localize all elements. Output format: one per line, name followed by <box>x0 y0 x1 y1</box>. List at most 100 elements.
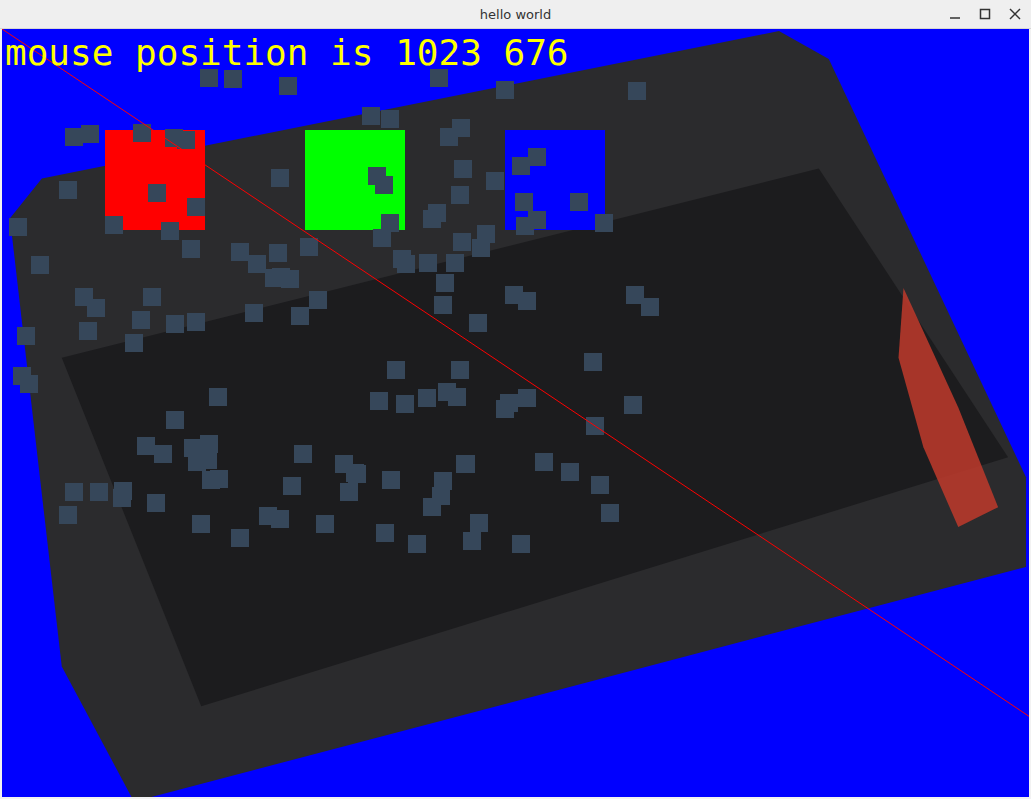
particle <box>188 453 206 471</box>
window-controls <box>947 6 1023 22</box>
window-title: hello world <box>480 7 551 22</box>
particle <box>419 254 437 272</box>
particle <box>463 532 481 550</box>
app-window: hello world mouse position is 1023 676 <box>0 0 1031 799</box>
particle <box>432 487 450 505</box>
particle <box>434 296 452 314</box>
particle <box>281 270 299 288</box>
particle <box>294 445 312 463</box>
particle <box>148 184 166 202</box>
particle <box>291 307 309 325</box>
particle <box>269 244 287 262</box>
particle <box>209 388 227 406</box>
particle <box>535 453 553 471</box>
particle <box>628 82 646 100</box>
particle <box>113 489 131 507</box>
particle <box>17 327 35 345</box>
particle <box>472 239 490 257</box>
particle <box>457 455 475 473</box>
particle <box>31 256 49 274</box>
title-bar: hello world <box>0 0 1031 29</box>
particle <box>453 233 471 251</box>
particle <box>451 186 469 204</box>
particle <box>470 514 488 532</box>
particle <box>418 389 436 407</box>
particle <box>59 181 77 199</box>
particle <box>300 238 318 256</box>
particle <box>381 214 399 232</box>
particle <box>561 463 579 481</box>
particle <box>182 240 200 258</box>
particle <box>161 222 179 240</box>
particle <box>316 515 334 533</box>
particle <box>387 361 405 379</box>
game-canvas[interactable]: mouse position is 1023 676 <box>2 29 1029 797</box>
particle <box>624 396 642 414</box>
particle <box>428 204 446 222</box>
particle <box>87 299 105 317</box>
particle <box>528 148 546 166</box>
particle <box>570 193 588 211</box>
color-square <box>505 130 605 230</box>
particle <box>446 254 464 272</box>
particle <box>381 110 399 128</box>
particle <box>147 494 165 512</box>
particle <box>259 507 277 525</box>
particle <box>248 255 266 273</box>
particle <box>505 286 523 304</box>
particle <box>245 304 263 322</box>
minimize-icon[interactable] <box>947 6 963 22</box>
particle <box>90 483 108 501</box>
particle <box>340 483 358 501</box>
maximize-icon[interactable] <box>977 6 993 22</box>
particle <box>486 172 504 190</box>
particle <box>231 243 249 261</box>
particle <box>496 81 514 99</box>
particle <box>518 389 536 407</box>
particle <box>440 128 458 146</box>
particle <box>396 395 414 413</box>
particle <box>601 504 619 522</box>
particle <box>132 311 150 329</box>
particle <box>454 160 472 178</box>
particle <box>397 255 415 273</box>
particle <box>500 394 518 412</box>
particle <box>200 435 218 453</box>
particle <box>283 477 301 495</box>
particle <box>154 445 172 463</box>
particle <box>512 535 530 553</box>
particle <box>436 274 454 292</box>
particle <box>362 107 380 125</box>
particle <box>65 483 83 501</box>
particle <box>187 313 205 331</box>
mouse-position-text: mouse position is 1023 676 <box>5 33 569 73</box>
particle <box>469 314 487 332</box>
particle <box>279 77 297 95</box>
particle <box>591 476 609 494</box>
particle <box>595 214 613 232</box>
particle <box>143 288 161 306</box>
particle <box>382 471 400 489</box>
particle <box>192 515 210 533</box>
particle <box>79 322 97 340</box>
particle <box>166 411 184 429</box>
particle <box>516 217 534 235</box>
particle <box>187 198 205 216</box>
particle <box>448 388 466 406</box>
particle <box>376 524 394 542</box>
particle <box>177 131 195 149</box>
particle <box>231 529 249 547</box>
particle <box>20 375 38 393</box>
particle <box>210 470 228 488</box>
particle <box>137 437 155 455</box>
particle <box>515 193 533 211</box>
close-icon[interactable] <box>1007 6 1023 22</box>
particle <box>309 291 327 309</box>
particle <box>408 535 426 553</box>
particle <box>368 167 386 185</box>
particle <box>584 353 602 371</box>
particle <box>81 125 99 143</box>
particle <box>370 392 388 410</box>
particle <box>125 334 143 352</box>
particle <box>9 218 27 236</box>
